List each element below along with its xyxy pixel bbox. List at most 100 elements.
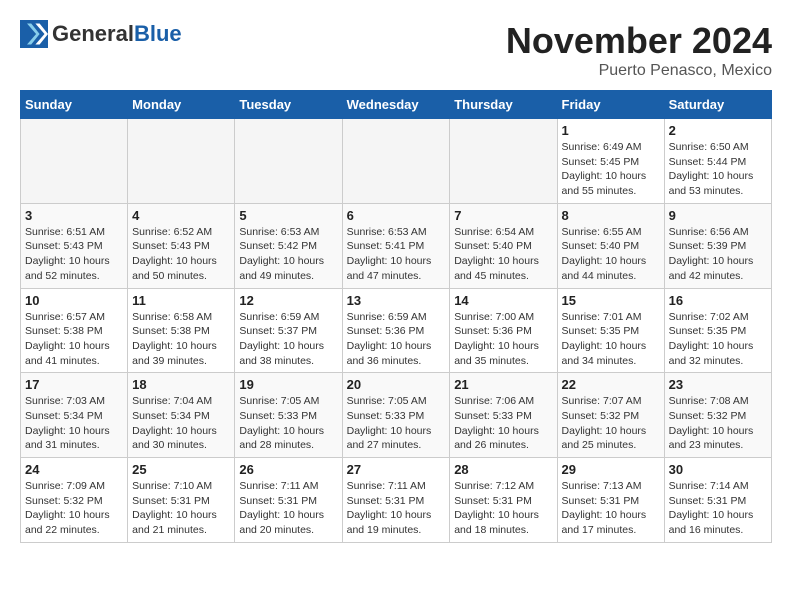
calendar-cell: 6 Sunrise: 6:53 AMSunset: 5:41 PMDaylight… — [342, 203, 450, 288]
calendar-cell — [342, 119, 450, 204]
day-info: Sunrise: 7:05 AMSunset: 5:33 PMDaylight:… — [347, 394, 446, 453]
day-number: 13 — [347, 293, 446, 308]
calendar-cell: 2Sunrise: 6:50 AMSunset: 5:44 PMDaylight… — [664, 119, 771, 204]
day-info: Sunrise: 6:49 AMSunset: 5:45 PMDaylight:… — [562, 140, 660, 199]
calendar-cell: 30 Sunrise: 7:14 AMSunset: 5:31 PMDayligh… — [664, 458, 771, 543]
calendar-week-row: 17 Sunrise: 7:03 AMSunset: 5:34 PMDayligh… — [21, 373, 772, 458]
day-number: 28 — [454, 462, 552, 477]
calendar-cell: 19 Sunrise: 7:05 AMSunset: 5:33 PMDayligh… — [235, 373, 342, 458]
day-number: 12 — [239, 293, 337, 308]
day-number: 6 — [347, 208, 446, 223]
calendar-cell: 25Sunrise: 7:10 AMSunset: 5:31 PMDayligh… — [128, 458, 235, 543]
day-info: Sunrise: 7:13 AMSunset: 5:31 PMDaylight:… — [562, 479, 660, 538]
calendar-cell — [128, 119, 235, 204]
calendar-cell: 17 Sunrise: 7:03 AMSunset: 5:34 PMDayligh… — [21, 373, 128, 458]
day-info: Sunrise: 7:04 AMSunset: 5:34 PMDaylight:… — [132, 394, 230, 453]
day-info: Sunrise: 6:55 AMSunset: 5:40 PMDaylight:… — [562, 225, 660, 284]
calendar-cell: 7Sunrise: 6:54 AMSunset: 5:40 PMDaylight… — [450, 203, 557, 288]
day-number: 8 — [562, 208, 660, 223]
day-number: 24 — [25, 462, 123, 477]
day-info: Sunrise: 6:59 AMSunset: 5:37 PMDaylight:… — [239, 310, 337, 369]
calendar-cell — [235, 119, 342, 204]
day-number: 27 — [347, 462, 446, 477]
weekday-header-thursday: Thursday — [450, 91, 557, 119]
day-info: Sunrise: 6:59 AMSunset: 5:36 PMDaylight:… — [347, 310, 446, 369]
calendar-cell: 13 Sunrise: 6:59 AMSunset: 5:36 PMDayligh… — [342, 288, 450, 373]
day-number: 14 — [454, 293, 552, 308]
day-number: 5 — [239, 208, 337, 223]
day-info: Sunrise: 7:08 AMSunset: 5:32 PMDaylight:… — [669, 394, 767, 453]
day-number: 30 — [669, 462, 767, 477]
day-number: 18 — [132, 377, 230, 392]
day-number: 21 — [454, 377, 552, 392]
day-info: Sunrise: 6:53 AMSunset: 5:42 PMDaylight:… — [239, 225, 337, 284]
calendar-cell: 10Sunrise: 6:57 AMSunset: 5:38 PMDayligh… — [21, 288, 128, 373]
calendar-cell: 24 Sunrise: 7:09 AMSunset: 5:32 PMDayligh… — [21, 458, 128, 543]
day-info: Sunrise: 6:56 AMSunset: 5:39 PMDaylight:… — [669, 225, 767, 284]
day-info: Sunrise: 7:00 AMSunset: 5:36 PMDaylight:… — [454, 310, 552, 369]
day-info: Sunrise: 7:07 AMSunset: 5:32 PMDaylight:… — [562, 394, 660, 453]
calendar-cell: 11 Sunrise: 6:58 AMSunset: 5:38 PMDayligh… — [128, 288, 235, 373]
day-number: 17 — [25, 377, 123, 392]
calendar-cell: 1Sunrise: 6:49 AMSunset: 5:45 PMDaylight… — [557, 119, 664, 204]
page-header: GeneralBlue November 2024 Puerto Penasco… — [20, 20, 772, 80]
weekday-header-tuesday: Tuesday — [235, 91, 342, 119]
logo-text: GeneralBlue — [52, 23, 182, 45]
calendar-cell: 20Sunrise: 7:05 AMSunset: 5:33 PMDayligh… — [342, 373, 450, 458]
day-info: Sunrise: 6:54 AMSunset: 5:40 PMDaylight:… — [454, 225, 552, 284]
day-info: Sunrise: 7:12 AMSunset: 5:31 PMDaylight:… — [454, 479, 552, 538]
calendar-week-row: 3 Sunrise: 6:51 AMSunset: 5:43 PMDaylight… — [21, 203, 772, 288]
day-number: 19 — [239, 377, 337, 392]
day-number: 22 — [562, 377, 660, 392]
day-number: 16 — [669, 293, 767, 308]
calendar-cell: 28 Sunrise: 7:12 AMSunset: 5:31 PMDayligh… — [450, 458, 557, 543]
calendar-cell: 16 Sunrise: 7:02 AMSunset: 5:35 PMDayligh… — [664, 288, 771, 373]
calendar-cell: 26 Sunrise: 7:11 AMSunset: 5:31 PMDayligh… — [235, 458, 342, 543]
day-number: 26 — [239, 462, 337, 477]
calendar-header-row: SundayMondayTuesdayWednesdayThursdayFrid… — [21, 91, 772, 119]
day-info: Sunrise: 7:03 AMSunset: 5:34 PMDaylight:… — [25, 394, 123, 453]
calendar-week-row: 1Sunrise: 6:49 AMSunset: 5:45 PMDaylight… — [21, 119, 772, 204]
calendar-cell: 29 Sunrise: 7:13 AMSunset: 5:31 PMDayligh… — [557, 458, 664, 543]
logo: GeneralBlue — [20, 20, 182, 48]
day-info: Sunrise: 7:14 AMSunset: 5:31 PMDaylight:… — [669, 479, 767, 538]
day-info: Sunrise: 6:52 AMSunset: 5:43 PMDaylight:… — [132, 225, 230, 284]
day-info: Sunrise: 7:05 AMSunset: 5:33 PMDaylight:… — [239, 394, 337, 453]
day-number: 11 — [132, 293, 230, 308]
day-info: Sunrise: 6:51 AMSunset: 5:43 PMDaylight:… — [25, 225, 123, 284]
day-info: Sunrise: 6:53 AMSunset: 5:41 PMDaylight:… — [347, 225, 446, 284]
calendar-cell: 22 Sunrise: 7:07 AMSunset: 5:32 PMDayligh… — [557, 373, 664, 458]
calendar-cell: 21 Sunrise: 7:06 AMSunset: 5:33 PMDayligh… — [450, 373, 557, 458]
calendar-cell: 9 Sunrise: 6:56 AMSunset: 5:39 PMDaylight… — [664, 203, 771, 288]
weekday-header-monday: Monday — [128, 91, 235, 119]
day-info: Sunrise: 7:09 AMSunset: 5:32 PMDaylight:… — [25, 479, 123, 538]
day-number: 23 — [669, 377, 767, 392]
month-title: November 2024 — [506, 20, 772, 62]
day-info: Sunrise: 6:57 AMSunset: 5:38 PMDaylight:… — [25, 310, 123, 369]
day-number: 2 — [669, 123, 767, 138]
calendar-cell: 8 Sunrise: 6:55 AMSunset: 5:40 PMDaylight… — [557, 203, 664, 288]
calendar-cell: 18 Sunrise: 7:04 AMSunset: 5:34 PMDayligh… — [128, 373, 235, 458]
calendar-cell: 14 Sunrise: 7:00 AMSunset: 5:36 PMDayligh… — [450, 288, 557, 373]
day-info: Sunrise: 7:11 AMSunset: 5:31 PMDaylight:… — [239, 479, 337, 538]
calendar-cell: 23 Sunrise: 7:08 AMSunset: 5:32 PMDayligh… — [664, 373, 771, 458]
day-info: Sunrise: 7:02 AMSunset: 5:35 PMDaylight:… — [669, 310, 767, 369]
calendar-cell: 27Sunrise: 7:11 AMSunset: 5:31 PMDayligh… — [342, 458, 450, 543]
calendar-cell — [21, 119, 128, 204]
calendar-cell: 4Sunrise: 6:52 AMSunset: 5:43 PMDaylight… — [128, 203, 235, 288]
calendar-week-row: 10Sunrise: 6:57 AMSunset: 5:38 PMDayligh… — [21, 288, 772, 373]
day-number: 29 — [562, 462, 660, 477]
calendar-cell: 15Sunrise: 7:01 AMSunset: 5:35 PMDayligh… — [557, 288, 664, 373]
day-info: Sunrise: 7:06 AMSunset: 5:33 PMDaylight:… — [454, 394, 552, 453]
day-number: 9 — [669, 208, 767, 223]
day-number: 15 — [562, 293, 660, 308]
calendar-week-row: 24 Sunrise: 7:09 AMSunset: 5:32 PMDayligh… — [21, 458, 772, 543]
day-number: 3 — [25, 208, 123, 223]
calendar: SundayMondayTuesdayWednesdayThursdayFrid… — [20, 90, 772, 543]
calendar-cell: 12 Sunrise: 6:59 AMSunset: 5:37 PMDayligh… — [235, 288, 342, 373]
day-info: Sunrise: 6:58 AMSunset: 5:38 PMDaylight:… — [132, 310, 230, 369]
title-block: November 2024 Puerto Penasco, Mexico — [506, 20, 772, 80]
weekday-header-wednesday: Wednesday — [342, 91, 450, 119]
day-number: 25 — [132, 462, 230, 477]
calendar-cell — [450, 119, 557, 204]
